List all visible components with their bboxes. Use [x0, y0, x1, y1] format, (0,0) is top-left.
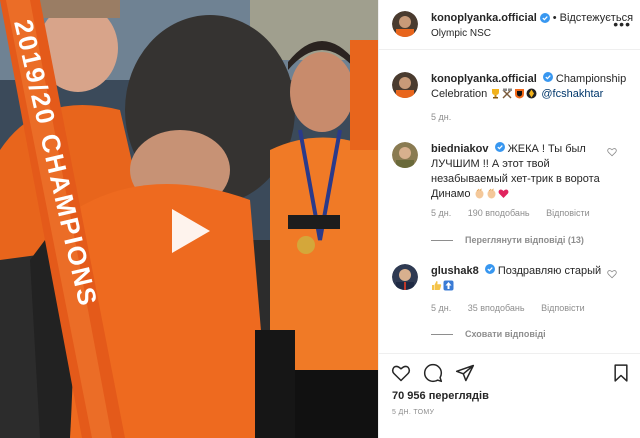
verified-badge-icon — [494, 142, 505, 152]
mention-link[interactable]: @fcshakhtar — [541, 88, 603, 100]
verified-badge-icon — [484, 264, 495, 274]
ukraine-emoji — [526, 88, 537, 99]
hide-replies-label: Сховати відповіді — [465, 329, 546, 339]
reply-button[interactable]: Відповісти — [546, 208, 590, 218]
play-icon — [172, 209, 210, 253]
verified-badge-icon — [542, 72, 553, 82]
trophy-emoji — [490, 88, 501, 99]
comment-like-icon[interactable] — [607, 269, 617, 279]
comment-likes[interactable]: 35 вподобань — [468, 303, 525, 313]
reply-button[interactable]: Відповісти — [541, 303, 585, 313]
view-count-label: переглядів — [428, 390, 489, 402]
share-paper-plane-icon[interactable] — [455, 363, 475, 383]
comment-like-icon[interactable] — [607, 147, 617, 157]
heart-emoji — [498, 188, 509, 199]
clap-emoji — [474, 188, 485, 199]
clap-emoji — [486, 188, 497, 199]
view-replies-button[interactable]: Переглянути відповіді (13) — [431, 235, 584, 245]
caption-text: konoplyanka.official Championship Celebr… — [431, 72, 631, 102]
view-count[interactable]: 70 956 переглядів — [392, 390, 489, 402]
thumbs-up-emoji — [431, 280, 442, 291]
comment-text: glushak8 Поздравляю старый — [431, 264, 621, 294]
caption-username[interactable]: konoplyanka.official — [431, 73, 537, 85]
author-username[interactable]: konoplyanka.official — [431, 12, 537, 24]
shakhtar-badge-emoji — [514, 88, 525, 99]
location-link[interactable]: Olympic NSC — [431, 28, 491, 39]
hammer-pick-emoji — [502, 88, 513, 99]
comment-username[interactable]: biedniakov — [431, 143, 488, 155]
more-options-icon[interactable]: ••• — [613, 16, 631, 32]
comment-time: 5 дн. — [431, 208, 452, 218]
post-header: konoplyanka.official • Відстежується Oly… — [379, 0, 640, 50]
header-line: konoplyanka.official • Відстежується — [431, 12, 633, 24]
play-button[interactable] — [164, 206, 214, 256]
comment-text: biedniakov ЖЕКА ! Ты был ЛУЧШИМ !! А это… — [431, 142, 601, 202]
comment-meta: 5 дн. 190 вподобань Відповісти — [431, 208, 604, 218]
post-timestamp[interactable]: 5 ДН. ТОМУ — [392, 409, 434, 416]
header-separator: • — [552, 12, 557, 24]
caption-avatar[interactable] — [392, 72, 418, 98]
hide-replies-button[interactable]: Сховати відповіді — [431, 329, 546, 339]
post-media-video[interactable]: 2019/20 CHAMPIONS — [0, 0, 378, 438]
replies-divider — [431, 239, 453, 241]
comments-section[interactable]: konoplyanka.official Championship Celebr… — [379, 51, 640, 353]
replies-divider — [431, 333, 453, 335]
like-heart-icon[interactable] — [391, 363, 411, 383]
comment-bubble-icon[interactable] — [423, 363, 443, 383]
comment-likes[interactable]: 190 вподобань — [468, 208, 530, 218]
post-sidebar: konoplyanka.official • Відстежується Oly… — [378, 0, 640, 438]
caption-time: 5 дн. — [431, 112, 452, 122]
caption-meta: 5 дн. — [431, 112, 465, 122]
post-actions-bar: 70 956 переглядів 5 ДН. ТОМУ — [379, 353, 640, 438]
comment-body: Поздравляю старый — [497, 265, 602, 277]
up-arrow-emoji — [443, 280, 454, 291]
comment-avatar[interactable] — [392, 142, 418, 168]
view-replies-label: Переглянути відповіді (13) — [465, 235, 584, 245]
comment-time: 5 дн. — [431, 303, 452, 313]
verified-badge-icon — [539, 13, 550, 23]
save-bookmark-icon[interactable] — [611, 363, 631, 383]
comment-meta: 5 дн. 35 вподобань Відповісти — [431, 303, 599, 313]
comment-avatar[interactable] — [392, 264, 418, 290]
author-avatar[interactable] — [392, 11, 418, 37]
comment-username[interactable]: glushak8 — [431, 265, 479, 277]
view-count-number: 70 956 — [392, 390, 426, 402]
